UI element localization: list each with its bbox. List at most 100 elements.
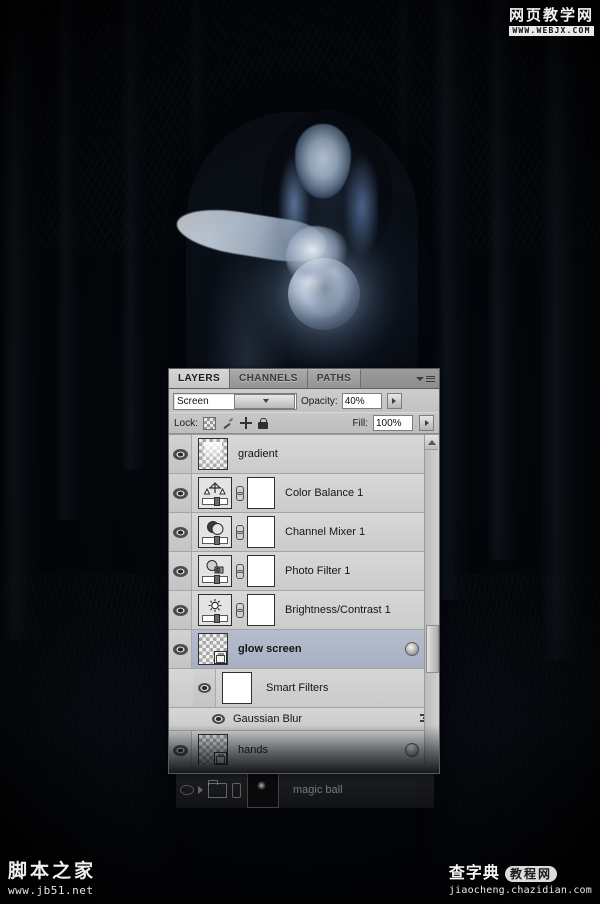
layer-visibility-toggle[interactable] xyxy=(169,552,192,590)
table-row[interactable]: Color Balance 1 xyxy=(169,474,439,513)
table-row[interactable]: gradient xyxy=(169,435,439,474)
layer-list[interactable]: gradient Color Balance 1 Channel Mixer 1… xyxy=(169,434,439,765)
layer-thumbnail[interactable] xyxy=(198,594,232,626)
table-row[interactable]: Channel Mixer 1 xyxy=(169,513,439,552)
scrollbar-thumb[interactable] xyxy=(426,625,439,673)
tab-channels[interactable]: CHANNELS xyxy=(230,369,308,388)
screenshot-canvas: magic ball LAYERS CHANNELS PATHS Screen … xyxy=(0,0,600,904)
layer-thumbnail[interactable] xyxy=(198,516,232,548)
adjustment-slider xyxy=(202,536,228,545)
link-icon[interactable] xyxy=(235,524,244,540)
layer-thumbnail[interactable] xyxy=(198,734,228,765)
triangle-down-icon xyxy=(415,376,424,381)
fill-label: Fill: xyxy=(352,417,368,429)
opacity-label: Opacity: xyxy=(301,395,338,407)
layer-thumbnail[interactable] xyxy=(198,633,228,665)
smart-object-badge-icon xyxy=(214,752,227,765)
tab-layers[interactable]: LAYERS xyxy=(169,369,231,388)
lock-icon-group xyxy=(202,416,268,430)
table-row[interactable]: Photo Filter 1 xyxy=(169,552,439,591)
opacity-stepper[interactable] xyxy=(386,393,402,409)
layer-name: magic ball xyxy=(293,784,343,796)
layer-name: glow screen xyxy=(238,643,302,655)
layer-name: hands xyxy=(238,744,268,756)
eye-icon xyxy=(197,683,211,693)
lock-fill-row: Lock: Fill: 100% xyxy=(169,412,439,434)
watermark-cn-text: 脚本之家 xyxy=(8,861,97,882)
watermark-url: www.jb51.net xyxy=(8,884,94,897)
layer-name: Brightness/Contrast 1 xyxy=(285,604,391,616)
scroll-up-arrow-icon[interactable] xyxy=(425,435,438,450)
smart-object-badge-icon xyxy=(214,651,227,664)
table-row[interactable]: glow screen xyxy=(169,630,439,669)
layer-visibility-toggle[interactable] xyxy=(176,785,198,795)
table-row[interactable]: Smart Filters xyxy=(169,669,439,708)
smart-object-icon xyxy=(405,642,419,656)
layer-name: gradient xyxy=(238,448,278,460)
layer-thumbnail[interactable] xyxy=(198,438,228,470)
layer-visibility-toggle[interactable] xyxy=(169,630,192,668)
layer-name: Color Balance 1 xyxy=(285,487,364,499)
chevron-down-icon[interactable] xyxy=(233,393,295,409)
hamburger-icon xyxy=(425,375,435,382)
layer-mask-thumbnail[interactable] xyxy=(247,594,275,626)
lock-position-icon[interactable] xyxy=(239,417,252,429)
panel-menu-icon[interactable] xyxy=(415,372,435,385)
smart-object-icon xyxy=(405,743,419,757)
smart-filter-mask-thumbnail[interactable] xyxy=(222,672,252,704)
watermark-title-line: 查字典 教程网 xyxy=(449,866,592,882)
eye-icon xyxy=(172,448,188,460)
chevron-right-icon[interactable] xyxy=(198,786,203,794)
eye-icon xyxy=(172,526,188,538)
adjustment-slider xyxy=(202,497,228,506)
lock-all-icon[interactable] xyxy=(257,417,268,429)
eye-icon xyxy=(172,604,188,616)
link-icon[interactable] xyxy=(235,563,244,579)
watermark-top-right: 网页教学网 WWW.WEBJX.COM xyxy=(508,7,594,36)
eye-icon xyxy=(172,487,188,499)
eye-icon xyxy=(172,565,188,577)
watermark-bottom-left: 脚本之家 www.jb51.net xyxy=(8,862,96,896)
adjustment-slider xyxy=(202,575,228,584)
list-item[interactable]: magic ball xyxy=(176,772,434,808)
layer-visibility-toggle[interactable] xyxy=(169,435,192,473)
adjustment-slider xyxy=(202,614,228,623)
layer-name: Photo Filter 1 xyxy=(285,565,351,577)
blend-mode-value: Screen xyxy=(177,395,209,407)
table-row[interactable]: Gaussian Blur xyxy=(169,708,439,731)
watermark-bottom-right: 查字典 教程网 jiaocheng.chazidian.com xyxy=(449,866,592,896)
link-icon[interactable] xyxy=(235,485,244,501)
watermark-cn-text: 网页教学网 xyxy=(508,7,594,24)
table-row[interactable]: Brightness/Contrast 1 xyxy=(169,591,439,630)
eye-icon xyxy=(172,744,188,756)
opacity-input[interactable]: 40% xyxy=(341,393,382,409)
layer-visibility-toggle[interactable] xyxy=(169,731,192,765)
layer-visibility-toggle[interactable] xyxy=(207,708,229,730)
layer-mask-thumbnail[interactable] xyxy=(247,516,275,548)
layer-visibility-toggle[interactable] xyxy=(169,474,192,512)
layer-visibility-toggle[interactable] xyxy=(193,669,216,707)
lock-transparent-pixels-icon[interactable] xyxy=(202,416,216,430)
layer-thumbnail[interactable] xyxy=(198,477,232,509)
layer-thumbnail[interactable] xyxy=(247,772,279,808)
watermark-url: jiaocheng.chazidian.com xyxy=(448,885,592,896)
layer-visibility-toggle[interactable] xyxy=(169,513,192,551)
layer-thumbnail[interactable] xyxy=(198,555,232,587)
watermark-url: WWW.WEBJX.COM xyxy=(508,26,594,36)
fill-input[interactable]: 100% xyxy=(373,415,413,431)
table-row[interactable]: hands xyxy=(169,731,439,765)
layer-mask-thumbnail[interactable] xyxy=(247,477,275,509)
link-icon[interactable] xyxy=(235,602,244,618)
layer-visibility-toggle[interactable] xyxy=(169,591,192,629)
layer-name: Smart Filters xyxy=(266,682,329,694)
folder-icon xyxy=(208,779,227,798)
layer-list-scrollbar[interactable] xyxy=(424,435,439,765)
fill-stepper[interactable] xyxy=(419,415,434,431)
tab-paths[interactable]: PATHS xyxy=(307,369,362,388)
lock-label: Lock: xyxy=(174,417,198,429)
blend-mode-select[interactable]: Screen xyxy=(173,392,297,410)
link-icon xyxy=(232,782,241,798)
layers-panel[interactable]: LAYERS CHANNELS PATHS Screen Opacity: 40… xyxy=(168,368,440,774)
lock-image-pixels-icon[interactable] xyxy=(222,418,234,429)
layer-mask-thumbnail[interactable] xyxy=(247,555,275,587)
